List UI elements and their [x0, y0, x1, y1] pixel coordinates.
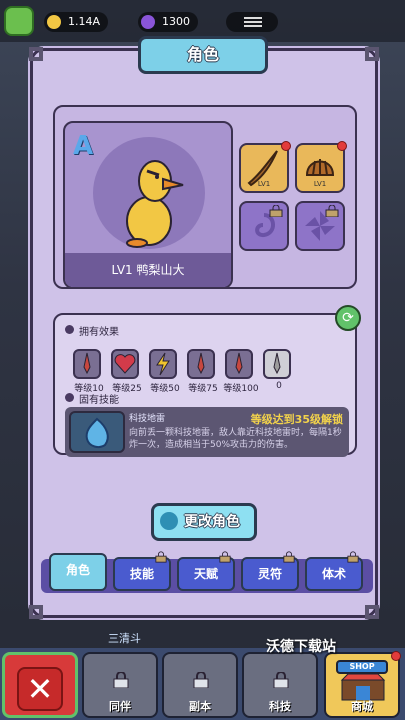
- lock-icon: [219, 551, 231, 563]
- gem-value: 1300: [162, 15, 190, 28]
- coin-icon: [47, 15, 61, 29]
- effect-item[interactable]: 等级100: [223, 349, 259, 394]
- lock-icon: [269, 205, 283, 217]
- lock-icon: [155, 551, 167, 563]
- tab-skills[interactable]: 技能: [113, 551, 171, 591]
- lock-icon: [193, 672, 209, 688]
- skill-description: 向前丢一颗科技地雷，敌人靠近科技地雷时，每隔1秒炸一次，造成相当于50%攻击力的…: [129, 428, 342, 450]
- nav-dungeon[interactable]: 副本: [162, 652, 238, 718]
- heart-icon: [114, 354, 136, 374]
- shop-sign: SHOP: [336, 660, 388, 674]
- effects-header: 拥有效果: [65, 323, 119, 338]
- character-card: A LV1 鸭梨山大 LV1 LV1: [53, 105, 357, 289]
- rank-badge: A: [73, 131, 94, 161]
- menu-button[interactable]: [226, 12, 278, 32]
- equip-slot-armor[interactable]: LV1: [295, 141, 347, 193]
- nav-companion[interactable]: 同伴: [82, 652, 158, 718]
- notification-dot: [337, 141, 347, 151]
- notification-dot: [391, 651, 401, 661]
- gem-icon: [141, 15, 155, 29]
- tab-character[interactable]: 角色: [49, 553, 107, 591]
- panel-tabs: 角色 技能 天赋 灵符 体术: [41, 551, 373, 593]
- change-character-button[interactable]: 更改角色: [151, 503, 257, 541]
- inherent-skill[interactable]: 科技地雷 等级达到35级解锁 向前丢一颗科技地雷，敌人靠近科技地雷时，每隔1秒炸…: [65, 407, 349, 457]
- grey-sword-icon: [273, 352, 281, 375]
- effect-item[interactable]: 0: [263, 349, 291, 391]
- nav-tech[interactable]: 科技: [242, 652, 318, 718]
- character-portrait[interactable]: A LV1 鸭梨山大: [63, 121, 233, 289]
- duck-character-icon: [126, 160, 184, 248]
- background-text: 三清斗: [108, 632, 141, 645]
- character-level-name: LV1 鸭梨山大: [65, 253, 231, 287]
- close-icon: ✕: [17, 667, 63, 711]
- effect-item[interactable]: 等级50: [149, 349, 180, 394]
- menu-icon: [244, 17, 262, 19]
- effects-section: ⟳ 拥有效果 等级10 等级25 等级50 等级75 等级100 0 固有技能: [53, 305, 361, 457]
- sword-icon: [83, 352, 91, 375]
- lock-icon: [273, 672, 289, 688]
- notification-dot: [281, 141, 291, 151]
- tab-talent[interactable]: 天赋: [177, 551, 235, 591]
- effect-item[interactable]: 等级25: [111, 349, 142, 394]
- sword-icon: [197, 352, 205, 375]
- panel-title: 角色: [138, 36, 268, 74]
- sword-icon: [235, 352, 243, 375]
- refresh-button[interactable]: ⟳: [335, 305, 361, 331]
- mine-skill-icon: [69, 411, 125, 453]
- nav-shop[interactable]: SHOP 商城: [324, 651, 401, 718]
- equip-slot-locked-2[interactable]: [295, 201, 345, 251]
- skill-name: 科技地雷: [129, 414, 166, 424]
- lock-icon: [283, 551, 295, 563]
- skill-unlock-requirement: 等级达到35级解锁: [250, 413, 343, 426]
- effect-item[interactable]: 等级75: [187, 349, 218, 394]
- effect-item[interactable]: 等级10: [73, 349, 104, 394]
- coin-counter: 1.14A: [44, 12, 109, 32]
- gem-counter: 1300: [138, 12, 198, 32]
- watermark-text: 沃德下载站: [266, 639, 336, 655]
- lock-icon: [113, 672, 129, 688]
- player-avatar[interactable]: [4, 6, 34, 36]
- lock-icon: [325, 205, 339, 217]
- lightning-icon: [156, 352, 170, 376]
- tab-martial[interactable]: 体术: [305, 551, 363, 591]
- character-panel: A LV1 鸭梨山大 LV1 LV1 ⟳ 拥有效果 等级10 等级25 等级50…: [29, 47, 379, 619]
- swap-icon: [160, 512, 178, 530]
- lock-icon: [347, 551, 359, 563]
- equip-slot-weapon[interactable]: LV1: [239, 141, 291, 193]
- tab-talisman[interactable]: 灵符: [241, 551, 299, 591]
- equip-slot-locked-1[interactable]: [239, 201, 289, 251]
- skill-header: 固有技能: [65, 391, 119, 406]
- coin-value: 1.14A: [68, 15, 101, 28]
- close-button[interactable]: ✕: [2, 652, 78, 718]
